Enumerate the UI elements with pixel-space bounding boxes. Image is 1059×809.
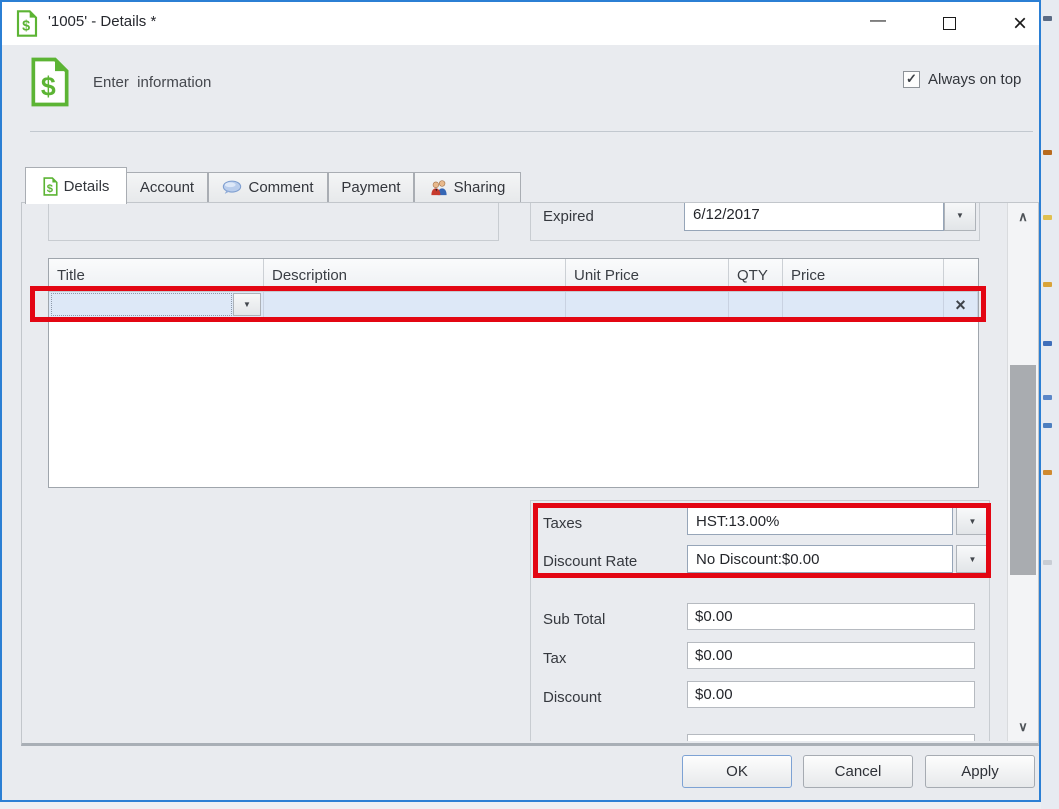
tab-label: Payment [341, 179, 400, 196]
cell-title: ▼ [49, 292, 264, 318]
background-fragment [1043, 282, 1052, 287]
tab-label: Sharing [454, 179, 506, 196]
scroll-viewport: Expired 6/12/2017 ▼ Title Description Un… [22, 203, 1007, 741]
window-title: '1005' - Details * [48, 13, 156, 30]
ok-button[interactable]: OK [682, 755, 792, 788]
titlebar: $ '1005' - Details * — × [2, 2, 1039, 45]
tab-label: Comment [248, 179, 313, 196]
cell-price[interactable] [783, 292, 944, 318]
delete-row-button[interactable]: × [944, 292, 978, 318]
tax-input[interactable] [687, 642, 975, 669]
vertical-scrollbar[interactable]: ∧ ∨ [1007, 203, 1038, 741]
discount-rate-field[interactable]: No Discount:$0.00 [687, 545, 953, 573]
background-fragment [1043, 215, 1052, 220]
minimize-button[interactable]: — [856, 7, 900, 40]
details-tab-icon: $ [43, 177, 58, 196]
scroll-down-icon: ∨ [1018, 719, 1028, 735]
column-header-description[interactable]: Description [264, 259, 566, 291]
background-fragment [1043, 470, 1052, 475]
background-fragment [1043, 560, 1052, 565]
title-combo-field[interactable] [51, 293, 232, 316]
svg-text:$: $ [46, 183, 53, 195]
chevron-down-icon: ▼ [969, 555, 977, 564]
background-fragment [1043, 150, 1052, 155]
chevron-down-icon: ▼ [969, 517, 977, 526]
discount-input[interactable] [687, 681, 975, 708]
scrollbar-thumb[interactable] [1010, 365, 1036, 575]
app-invoice-icon: $ [16, 10, 38, 37]
chevron-down-icon: ▼ [243, 300, 251, 309]
background-window-sliver-bottom [0, 802, 1041, 809]
totals-group: Taxes HST:13.00% ▼ Discount Rate No Disc… [530, 500, 990, 741]
background-fragment [1043, 423, 1052, 428]
svg-text:$: $ [22, 19, 30, 35]
chevron-down-icon: ▼ [956, 211, 964, 220]
tab-payment[interactable]: Payment [328, 172, 414, 203]
title-dropdown-button[interactable]: ▼ [233, 293, 261, 316]
scroll-up-icon: ∧ [1018, 209, 1028, 225]
table-row: ▼ × [49, 292, 978, 319]
column-header-qty[interactable]: QTY [729, 259, 783, 291]
background-fragment [1043, 395, 1052, 400]
background-window-sliver [1041, 0, 1059, 809]
invoice-icon: $ [30, 56, 70, 108]
sharing-icon [430, 179, 448, 196]
cancel-button[interactable]: Cancel [803, 755, 913, 788]
maximize-button[interactable] [927, 7, 971, 40]
column-header-actions [944, 259, 978, 291]
maximize-icon [943, 17, 956, 30]
header-separator [30, 131, 1033, 132]
tab-details[interactable]: $ Details [25, 167, 127, 204]
delete-row-icon: × [955, 295, 966, 316]
column-header-unit-price[interactable]: Unit Price [566, 259, 729, 291]
background-fragment [1043, 16, 1052, 21]
tab-label: Details [64, 178, 110, 195]
tab-label: Account [140, 179, 194, 196]
scroll-up-button[interactable]: ∧ [1008, 203, 1038, 231]
tab-comment[interactable]: Comment [208, 172, 328, 203]
minimize-icon: — [870, 12, 886, 30]
expired-group: Expired 6/12/2017 ▼ [530, 203, 980, 241]
apply-button[interactable]: Apply [925, 755, 1035, 788]
svg-text:$: $ [41, 71, 56, 101]
always-on-top-checkbox[interactable]: ✓ [903, 71, 920, 88]
comment-icon [222, 180, 242, 195]
details-panel: Expired 6/12/2017 ▼ Title Description Un… [21, 202, 1039, 746]
always-on-top: ✓ Always on top [903, 71, 1021, 88]
checkmark-icon: ✓ [906, 71, 917, 87]
taxes-dropdown-button[interactable]: ▼ [956, 507, 989, 535]
discount-rate-dropdown-button[interactable]: ▼ [956, 545, 989, 573]
sub-total-label: Sub Total [543, 611, 605, 628]
expired-dropdown-button[interactable]: ▼ [944, 203, 976, 231]
tax-label: Tax [543, 650, 566, 667]
dialog-window: $ '1005' - Details * — × $ Enter informa… [0, 0, 1041, 802]
items-table: Title Description Unit Price QTY Price ▼ [48, 258, 979, 488]
discount-label: Discount [543, 689, 601, 706]
always-on-top-label: Always on top [928, 71, 1021, 88]
screen: $ '1005' - Details * — × $ Enter informa… [0, 0, 1059, 809]
column-header-price[interactable]: Price [783, 259, 944, 291]
background-fragment [1043, 341, 1052, 346]
tab-account[interactable]: Account [126, 172, 208, 203]
column-header-title[interactable]: Title [49, 259, 264, 291]
tab-sharing[interactable]: Sharing [414, 172, 521, 203]
expired-label: Expired [543, 208, 594, 225]
header-subtitle: Enter information [93, 74, 211, 91]
discount-rate-label: Discount Rate [543, 553, 637, 570]
clipped-total-input[interactable] [687, 734, 975, 741]
close-icon: × [1013, 14, 1027, 34]
close-button[interactable]: × [998, 7, 1042, 40]
taxes-field[interactable]: HST:13.00% [687, 507, 953, 535]
taxes-label: Taxes [543, 515, 582, 532]
clipped-groupbox [48, 203, 499, 241]
scroll-down-button[interactable]: ∨ [1008, 713, 1038, 741]
cell-qty[interactable] [729, 292, 783, 318]
sub-total-input[interactable] [687, 603, 975, 630]
cell-description[interactable] [264, 292, 566, 318]
cell-unit-price[interactable] [566, 292, 729, 318]
expired-date-field[interactable]: 6/12/2017 [684, 203, 944, 231]
items-table-header: Title Description Unit Price QTY Price [49, 259, 978, 292]
